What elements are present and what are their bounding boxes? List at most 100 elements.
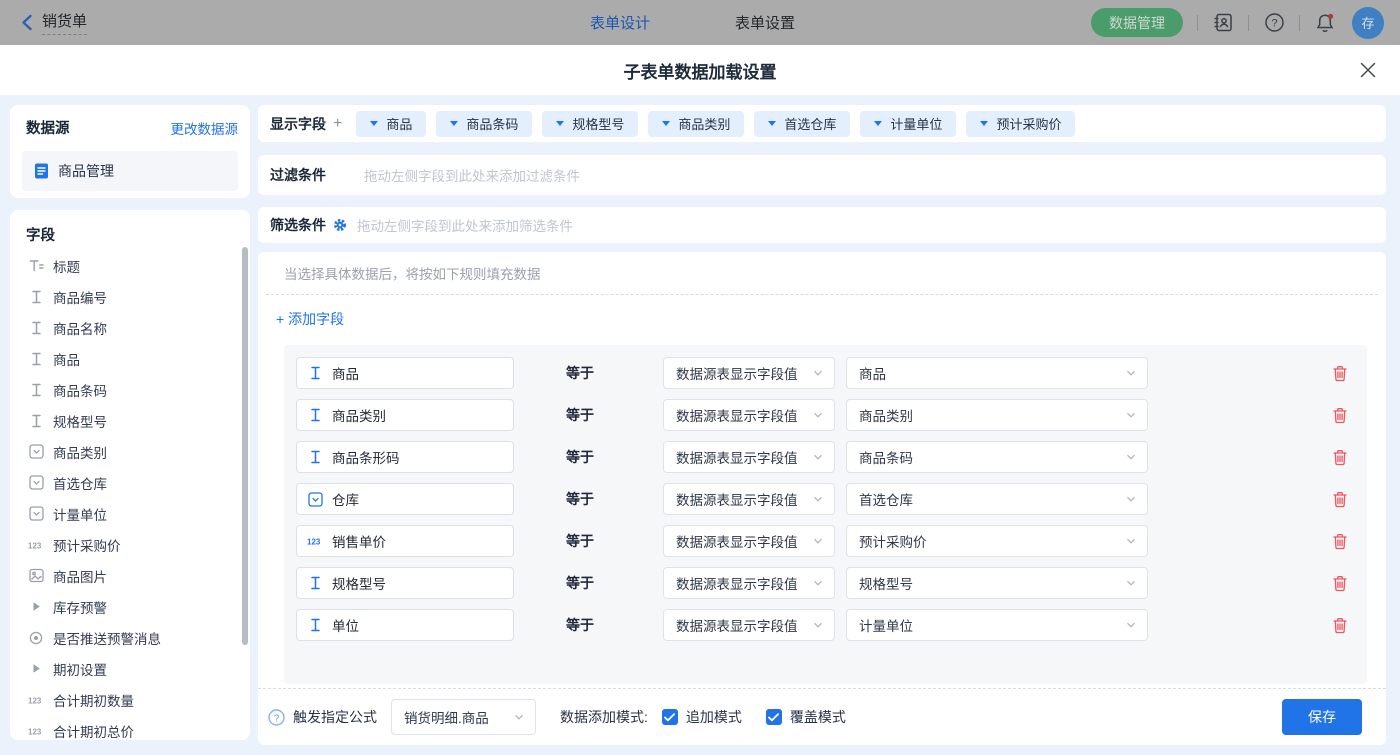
- add-display-field-button[interactable]: +: [333, 115, 342, 133]
- checkbox-label: 追加模式: [686, 707, 742, 727]
- divider: [1299, 15, 1300, 31]
- rule-source-select[interactable]: 数据源表显示字段值: [663, 525, 835, 557]
- rule-source-select[interactable]: 数据源表显示字段值: [663, 567, 835, 599]
- delete-icon[interactable]: [1332, 491, 1348, 508]
- text-field-icon: [28, 382, 44, 398]
- rule-source-select[interactable]: 数据源表显示字段值: [663, 483, 835, 515]
- add-field-link[interactable]: + 添加字段: [276, 309, 344, 329]
- delete-icon[interactable]: [1332, 617, 1348, 634]
- delete-icon[interactable]: [1332, 449, 1348, 466]
- rule-field-input[interactable]: 123销售单价: [296, 525, 514, 557]
- display-field-tag[interactable]: 商品类别: [648, 111, 744, 137]
- rule-value-select[interactable]: 商品: [846, 357, 1148, 389]
- mode-checkbox[interactable]: 追加模式: [662, 707, 742, 727]
- field-list-item[interactable]: 商品类别: [10, 436, 250, 467]
- rule-value-select[interactable]: 规格型号: [846, 567, 1148, 599]
- tab-form-settings[interactable]: 表单设置: [735, 12, 795, 33]
- field-label: 商品编号: [53, 287, 107, 307]
- display-field-tag[interactable]: 规格型号: [542, 111, 638, 137]
- number-field-icon: 123: [28, 723, 44, 739]
- rule-value: 商品: [859, 363, 886, 383]
- number-field-icon: 123: [307, 533, 323, 549]
- formula-field-select[interactable]: 销货明细.商品: [391, 699, 536, 735]
- display-field-tag[interactable]: 首选仓库: [754, 111, 850, 137]
- help-icon[interactable]: ?: [1263, 12, 1285, 34]
- bell-icon[interactable]: [1314, 12, 1336, 34]
- fields-scrollbar[interactable]: [242, 247, 248, 645]
- rule-source-value: 数据源表显示字段值: [676, 405, 798, 425]
- field-list-item[interactable]: 商品条码: [10, 374, 250, 405]
- rules-footer: ? 触发指定公式 销货明细.商品 数据添加模式: 追加模式覆盖模式 保存: [258, 688, 1386, 745]
- rule-value-select[interactable]: 商品类别: [846, 399, 1148, 431]
- datasource-title: 数据源: [26, 117, 70, 138]
- mode-checkbox[interactable]: 覆盖模式: [766, 707, 846, 727]
- field-list-item[interactable]: 123预计采购价: [10, 529, 250, 560]
- field-list-item[interactable]: 计量单位: [10, 498, 250, 529]
- rule-field-input[interactable]: 商品类别: [296, 399, 514, 431]
- delete-icon[interactable]: [1332, 365, 1348, 382]
- field-list-item[interactable]: 商品名称: [10, 312, 250, 343]
- address-book-icon[interactable]: [1212, 12, 1234, 34]
- group-field-icon: [28, 661, 44, 677]
- text-field-icon: [28, 320, 44, 336]
- rule-value-select[interactable]: 预计采购价: [846, 525, 1148, 557]
- rule-source-select[interactable]: 数据源表显示字段值: [663, 357, 835, 389]
- back-nav[interactable]: 销货单: [20, 0, 87, 45]
- rule-source-select[interactable]: 数据源表显示字段值: [663, 441, 835, 473]
- text-field-icon: [307, 449, 323, 465]
- datasource-item[interactable]: 商品管理: [22, 151, 238, 191]
- rule-field-input[interactable]: 单位: [296, 609, 514, 641]
- field-list-item[interactable]: 期初设置: [10, 653, 250, 684]
- field-list-item[interactable]: 首选仓库: [10, 467, 250, 498]
- rule-field-input[interactable]: 仓库: [296, 483, 514, 515]
- field-list-item[interactable]: 规格型号: [10, 405, 250, 436]
- field-label: 商品图片: [53, 566, 107, 586]
- delete-icon[interactable]: [1332, 533, 1348, 550]
- chevron-down-icon: [1125, 451, 1137, 463]
- field-list-item[interactable]: 123合计期初数量: [10, 684, 250, 715]
- tag-label: 商品: [386, 114, 412, 133]
- chevron-down-icon: [513, 711, 525, 723]
- field-list-item[interactable]: 库存预警: [10, 591, 250, 622]
- field-list-item[interactable]: 商品编号: [10, 281, 250, 312]
- rule-value-select[interactable]: 商品条码: [846, 441, 1148, 473]
- display-field-tag[interactable]: 预计采购价: [966, 111, 1075, 137]
- rule-field-input[interactable]: 商品: [296, 357, 514, 389]
- rule-value-select[interactable]: 首选仓库: [846, 483, 1148, 515]
- field-list-item[interactable]: 商品: [10, 343, 250, 374]
- display-field-tag[interactable]: 商品条码: [436, 111, 532, 137]
- field-list-item[interactable]: 标题: [10, 250, 250, 281]
- rule-value-select[interactable]: 计量单位: [846, 609, 1148, 641]
- close-icon[interactable]: [1360, 62, 1376, 78]
- field-list-item[interactable]: 是否推送预警消息: [10, 622, 250, 653]
- display-field-tag[interactable]: 计量单位: [860, 111, 956, 137]
- rule-source-select[interactable]: 数据源表显示字段值: [663, 609, 835, 641]
- change-datasource-link[interactable]: 更改数据源: [171, 118, 239, 138]
- tab-form-design[interactable]: 表单设计: [590, 12, 650, 33]
- text-field-icon: [307, 617, 323, 633]
- chevron-down-icon: [1125, 493, 1137, 505]
- tag-label: 规格型号: [572, 114, 624, 133]
- delete-icon[interactable]: [1332, 407, 1348, 424]
- data-manage-button[interactable]: 数据管理: [1091, 8, 1183, 37]
- chevron-down-icon: [1125, 367, 1137, 379]
- rule-source-select[interactable]: 数据源表显示字段值: [663, 399, 835, 431]
- modal-content: 数据源 更改数据源 商品管理 字段 标题商品编号商品名称商品商品条码规格型号商品…: [0, 95, 1400, 755]
- sieve-condition-bar[interactable]: 筛选条件 拖动左侧字段到此处来添加筛选条件: [258, 207, 1386, 243]
- rule-field-input[interactable]: 规格型号: [296, 567, 514, 599]
- field-label: 商品类别: [53, 442, 107, 462]
- display-field-tag[interactable]: 商品: [356, 111, 426, 137]
- field-list-item[interactable]: 商品图片: [10, 560, 250, 591]
- avatar[interactable]: 存: [1352, 7, 1384, 39]
- rule-field-label: 商品类别: [332, 405, 386, 425]
- settings-gear-icon[interactable]: [333, 218, 347, 232]
- caret-down-icon: [450, 121, 458, 126]
- delete-icon[interactable]: [1332, 575, 1348, 592]
- formula-help-icon[interactable]: ?: [268, 709, 285, 726]
- rule-field-input[interactable]: 商品条形码: [296, 441, 514, 473]
- field-list: 标题商品编号商品名称商品商品条码规格型号商品类别首选仓库计量单位123预计采购价…: [10, 250, 250, 740]
- field-list-item[interactable]: 123合计期初总价: [10, 715, 250, 740]
- save-button[interactable]: 保存: [1282, 699, 1362, 735]
- filter-condition-bar[interactable]: 过滤条件 拖动左侧字段到此处来添加过滤条件: [258, 155, 1386, 195]
- svg-text:?: ?: [1271, 18, 1277, 30]
